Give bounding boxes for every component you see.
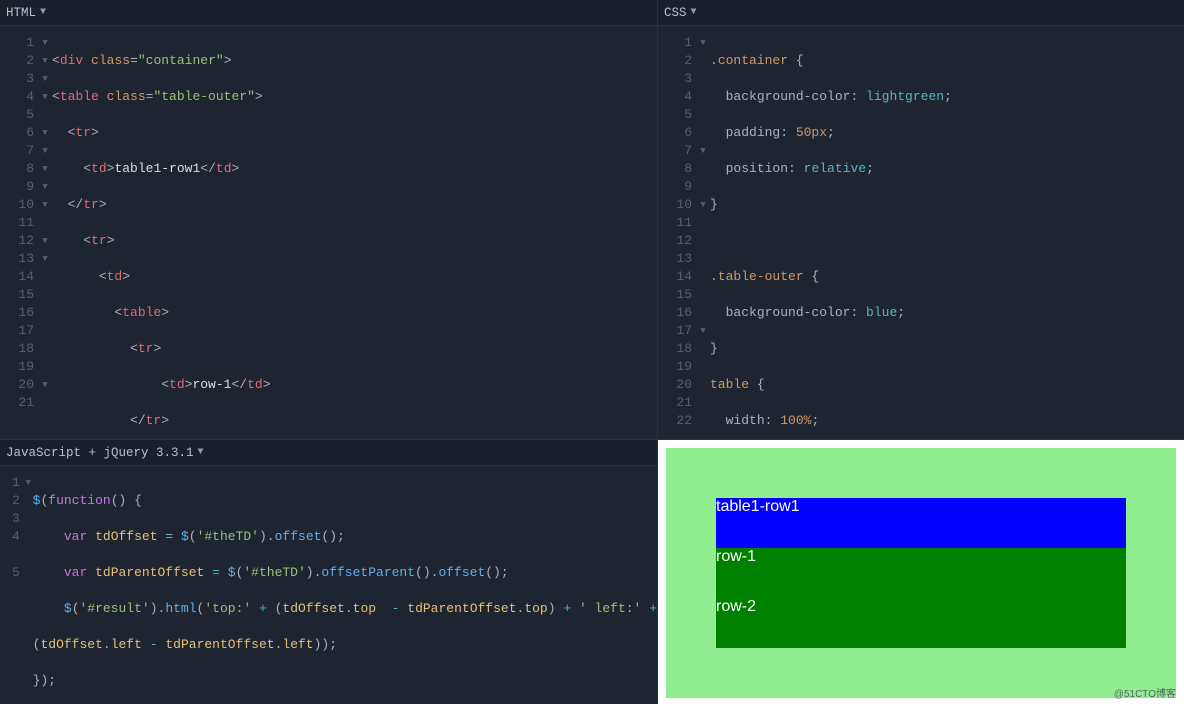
html-panel-title: HTML xyxy=(6,6,36,20)
preview-inner-row2: row-2 xyxy=(716,598,1126,648)
watermark: @51CTO博客 xyxy=(1114,685,1176,700)
js-panel-header[interactable]: JavaScript + jQuery 3.3.1 ▼ xyxy=(0,440,657,466)
preview-table-outer: table1-row1 row-1 row-2 xyxy=(716,498,1126,648)
css-line-gutter: 12345678910111213141516171819202122 xyxy=(658,26,696,439)
dropdown-icon: ▼ xyxy=(198,447,204,458)
js-editor-panel: JavaScript + jQuery 3.3.1 ▼ 12345 ▼ $(fu… xyxy=(0,440,658,704)
preview-container: table1-row1 row-1 row-2 xyxy=(666,448,1176,698)
html-editor[interactable]: 123456789101112131415161718192021 ▼▼▼▼▼▼… xyxy=(0,26,657,439)
html-fold-gutter: ▼▼▼▼▼▼▼▼▼▼▼▼ xyxy=(38,26,52,439)
js-editor[interactable]: 12345 ▼ $(function() { var tdOffset = $(… xyxy=(0,466,657,704)
js-fold-gutter: ▼ xyxy=(24,466,33,704)
css-editor[interactable]: 12345678910111213141516171819202122 ▼▼▼▼… xyxy=(658,26,1184,439)
js-line-gutter: 12345 xyxy=(0,466,24,704)
js-panel-title: JavaScript + jQuery 3.3.1 xyxy=(6,446,194,460)
css-panel-title: CSS xyxy=(664,6,687,20)
dropdown-icon: ▼ xyxy=(691,7,697,18)
css-code-area[interactable]: .container { background-color: lightgree… xyxy=(710,26,1184,439)
css-editor-panel: CSS ▼ 1234567891011121314151617181920212… xyxy=(658,0,1184,440)
preview-inner-row1: row-1 xyxy=(716,548,1126,598)
preview-outer-row1: table1-row1 xyxy=(716,498,1126,548)
html-panel-header[interactable]: HTML ▼ xyxy=(0,0,657,26)
html-line-gutter: 123456789101112131415161718192021 xyxy=(0,26,38,439)
preview-panel: table1-row1 row-1 row-2 top:150 left:50 … xyxy=(658,440,1184,704)
css-fold-gutter: ▼▼▼▼ xyxy=(696,26,710,439)
css-panel-header[interactable]: CSS ▼ xyxy=(658,0,1184,26)
dropdown-icon: ▼ xyxy=(40,7,46,18)
html-editor-panel: HTML ▼ 123456789101112131415161718192021… xyxy=(0,0,658,440)
html-code-area[interactable]: <div class="container"> <table class="ta… xyxy=(52,26,657,439)
js-code-area[interactable]: $(function() { var tdOffset = $('#theTD'… xyxy=(33,466,657,704)
preview-table-inner: row-1 row-2 xyxy=(716,548,1126,648)
